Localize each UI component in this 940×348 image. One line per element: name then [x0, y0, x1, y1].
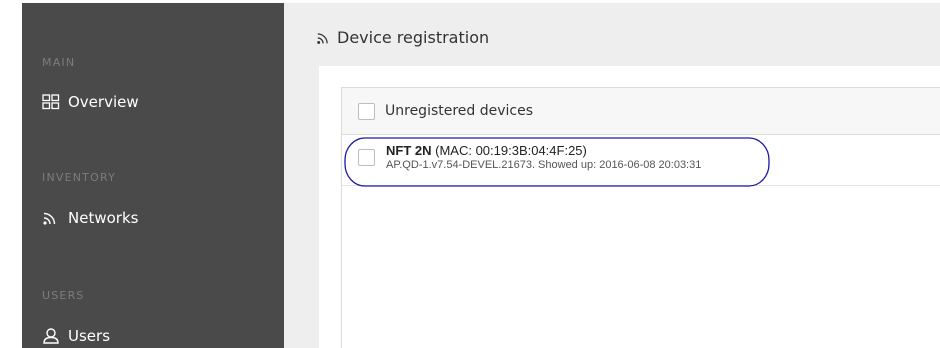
list-item[interactable]: NFT 2N (MAC: 00:19:3B:04:4F:25) AP.QD-1.…: [342, 136, 940, 186]
device-checkbox[interactable]: [358, 149, 375, 166]
unregistered-devices-panel: Unregistered devices NFT 2N (MAC: 00:19:…: [341, 87, 940, 348]
main-content: Device registration Unregistered devices…: [284, 3, 940, 348]
grid-icon: [42, 94, 60, 110]
panel-header: Unregistered devices: [342, 88, 940, 135]
wireless-icon: [43, 212, 56, 225]
user-icon: [43, 328, 59, 344]
panel-header-label: Unregistered devices: [385, 103, 534, 119]
device-mac: (MAC: 00:19:3B:04:4F:25): [435, 143, 587, 158]
section-label-main: MAIN: [42, 56, 76, 69]
select-all-checkbox[interactable]: [358, 102, 375, 120]
sidebar-item-overview[interactable]: Overview: [42, 93, 139, 111]
device-name-label: NFT 2N: [386, 143, 432, 158]
sidebar-item-label: Networks: [68, 209, 139, 227]
sidebar-item-networks[interactable]: Networks: [42, 209, 138, 227]
device-name: NFT 2N (MAC: 00:19:3B:04:4F:25): [386, 143, 587, 158]
content-card: Unregistered devices NFT 2N (MAC: 00:19:…: [319, 66, 940, 348]
page-title-text: Device registration: [337, 28, 490, 47]
sidebar-item-users[interactable]: Users: [42, 327, 110, 345]
sidebar-item-label: Overview: [68, 93, 139, 111]
page-title: Device registration: [316, 28, 489, 47]
wireless-icon: [317, 32, 328, 44]
sidebar-item-label: Users: [68, 327, 111, 345]
device-info: AP.QD-1.v7.54-DEVEL.21673. Showed up: 20…: [386, 159, 702, 171]
section-label-inventory: INVENTORY: [42, 171, 117, 184]
section-label-users: USERS: [42, 289, 85, 302]
sidebar: MAIN Overview INVENTORY Networks USERS U…: [22, 3, 284, 348]
